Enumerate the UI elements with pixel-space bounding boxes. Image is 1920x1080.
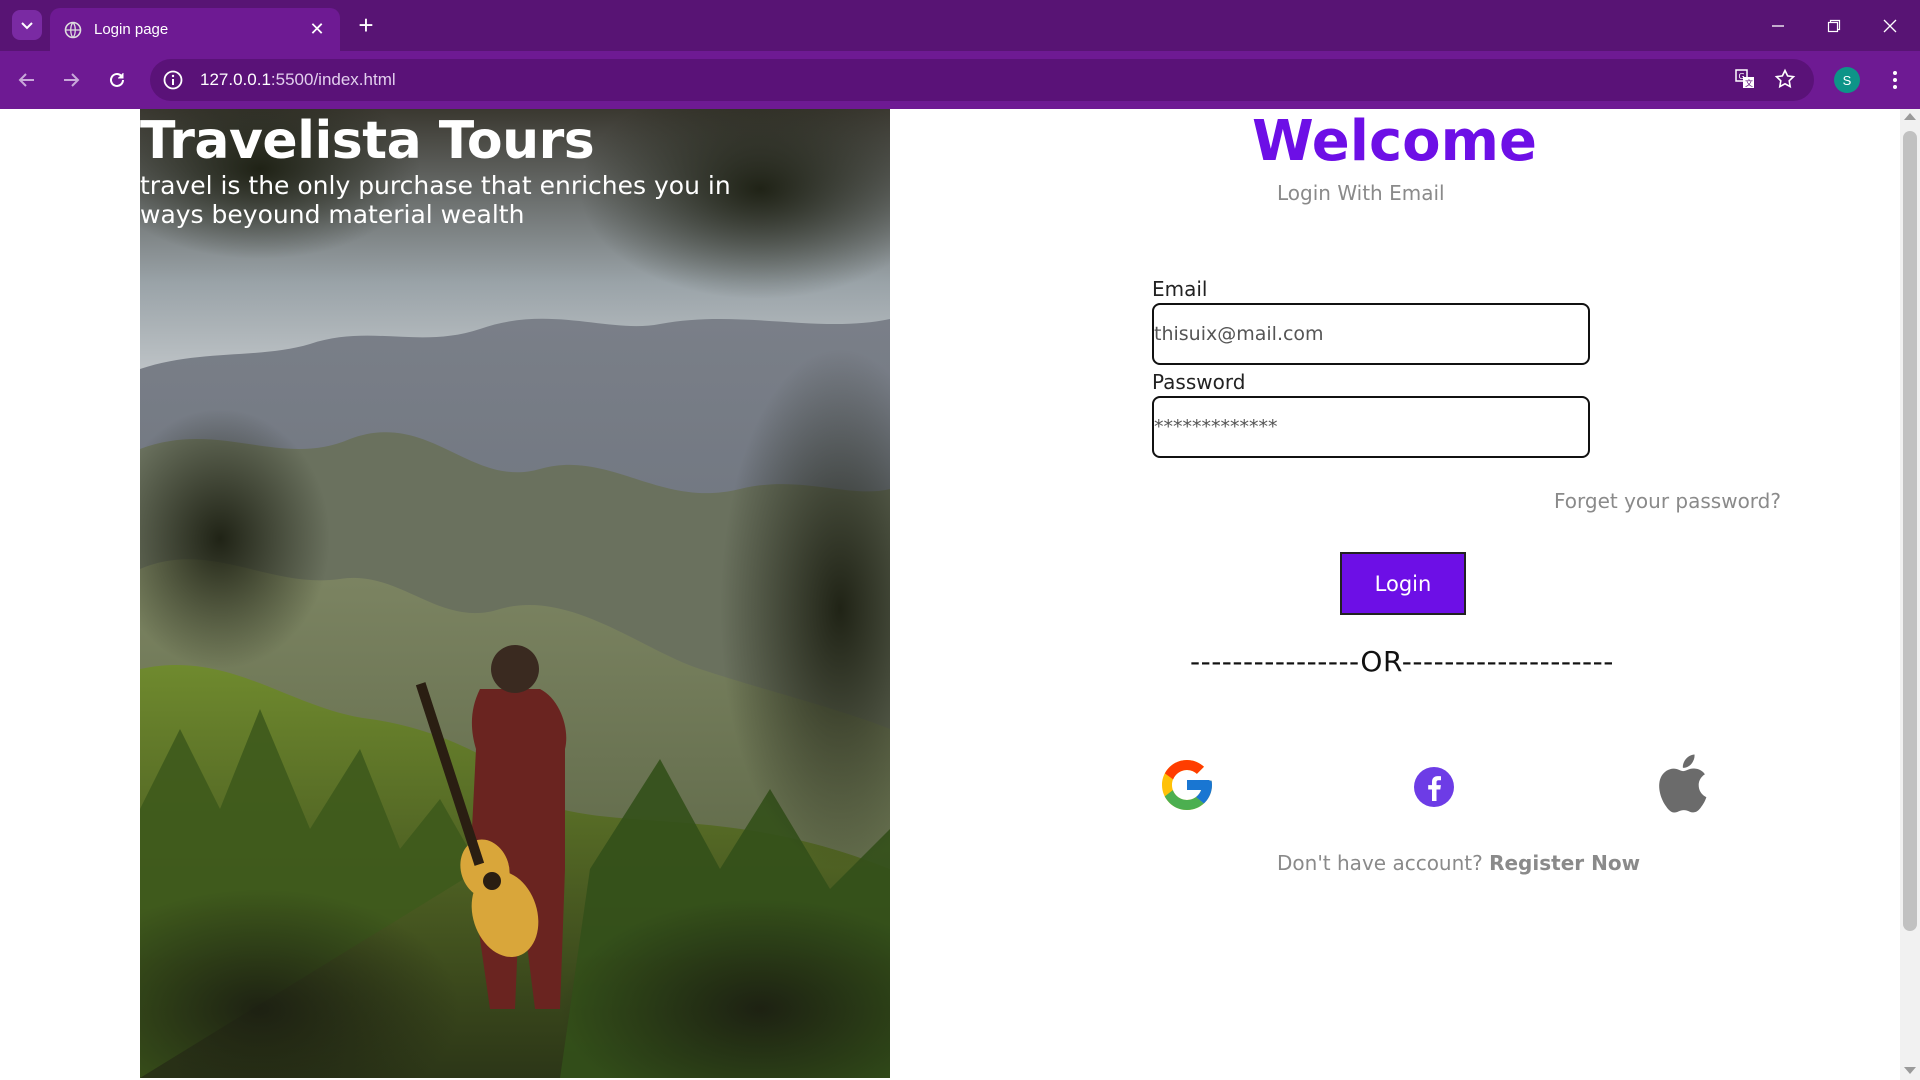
mountain-hiker-photo (140, 109, 890, 1078)
menu-kebab-icon[interactable] (1880, 65, 1910, 95)
scroll-up-icon[interactable] (1904, 113, 1916, 120)
hero-image-panel: Travelista Tours travel is the only purc… (140, 109, 890, 1078)
password-input[interactable] (1154, 398, 1588, 456)
new-tab-icon[interactable]: + (352, 12, 380, 40)
address-bar[interactable]: 127.0.0.1:5500/index.html G文 (150, 59, 1814, 101)
login-subtitle: Login With Email (1277, 181, 1445, 205)
apple-icon (1659, 754, 1707, 813)
google-login-button[interactable] (1155, 753, 1219, 817)
brand-title: Travelista Tours (140, 111, 595, 171)
apple-login-button[interactable] (1648, 751, 1712, 815)
forward-icon[interactable] (56, 65, 86, 95)
url-path: :5500/index.html (270, 70, 396, 89)
page-scrollbar[interactable] (1900, 109, 1920, 1080)
brand-tagline: travel is the only purchase that enriche… (140, 171, 731, 229)
browser-tabstrip: Login page ✕ + (0, 0, 1920, 51)
register-prompt-text: Don't have account? (1277, 851, 1483, 875)
facebook-login-button[interactable] (1402, 755, 1466, 819)
email-label: Email (1152, 277, 1208, 301)
facebook-icon (1414, 767, 1454, 807)
profile-avatar[interactable]: S (1834, 67, 1860, 93)
url-host: 127.0.0.1 (200, 70, 271, 89)
login-button[interactable]: Login (1340, 552, 1466, 615)
globe-icon (64, 21, 82, 39)
info-icon[interactable] (162, 69, 184, 91)
register-link[interactable]: Register Now (1489, 851, 1640, 875)
page-title: Welcome (1252, 109, 1537, 174)
forgot-password-link[interactable]: Forget your password? (1554, 489, 1781, 513)
page-viewport: Travelista Tours travel is the only purc… (0, 109, 1900, 1078)
browser-toolbar: 127.0.0.1:5500/index.html G文 S (0, 51, 1920, 109)
window-close-icon[interactable] (1862, 0, 1918, 51)
register-prompt: Don't have account? Register Now (1277, 851, 1640, 875)
chevron-down-icon (21, 22, 33, 30)
scroll-down-icon[interactable] (1904, 1067, 1916, 1074)
email-field[interactable] (1152, 303, 1590, 365)
url-text: 127.0.0.1:5500/index.html (200, 70, 396, 90)
tab-title: Login page (94, 21, 169, 38)
reload-icon[interactable] (102, 65, 132, 95)
tab-search-button[interactable] (12, 10, 42, 40)
minimize-icon[interactable] (1750, 0, 1806, 51)
email-input[interactable] (1154, 305, 1588, 363)
password-field[interactable] (1152, 396, 1590, 458)
or-divider: ----------------OR-------------------- (1190, 645, 1614, 678)
password-label: Password (1152, 370, 1246, 394)
back-icon[interactable] (12, 65, 42, 95)
translate-icon[interactable]: G文 (1730, 64, 1760, 94)
scroll-thumb[interactable] (1903, 131, 1917, 931)
restore-icon[interactable] (1806, 0, 1862, 51)
tab-login-page[interactable]: Login page ✕ (50, 8, 340, 51)
google-icon (1162, 760, 1212, 810)
svg-text:文: 文 (1745, 78, 1753, 88)
close-icon[interactable]: ✕ (304, 17, 330, 43)
bookmark-star-icon[interactable] (1770, 64, 1800, 94)
